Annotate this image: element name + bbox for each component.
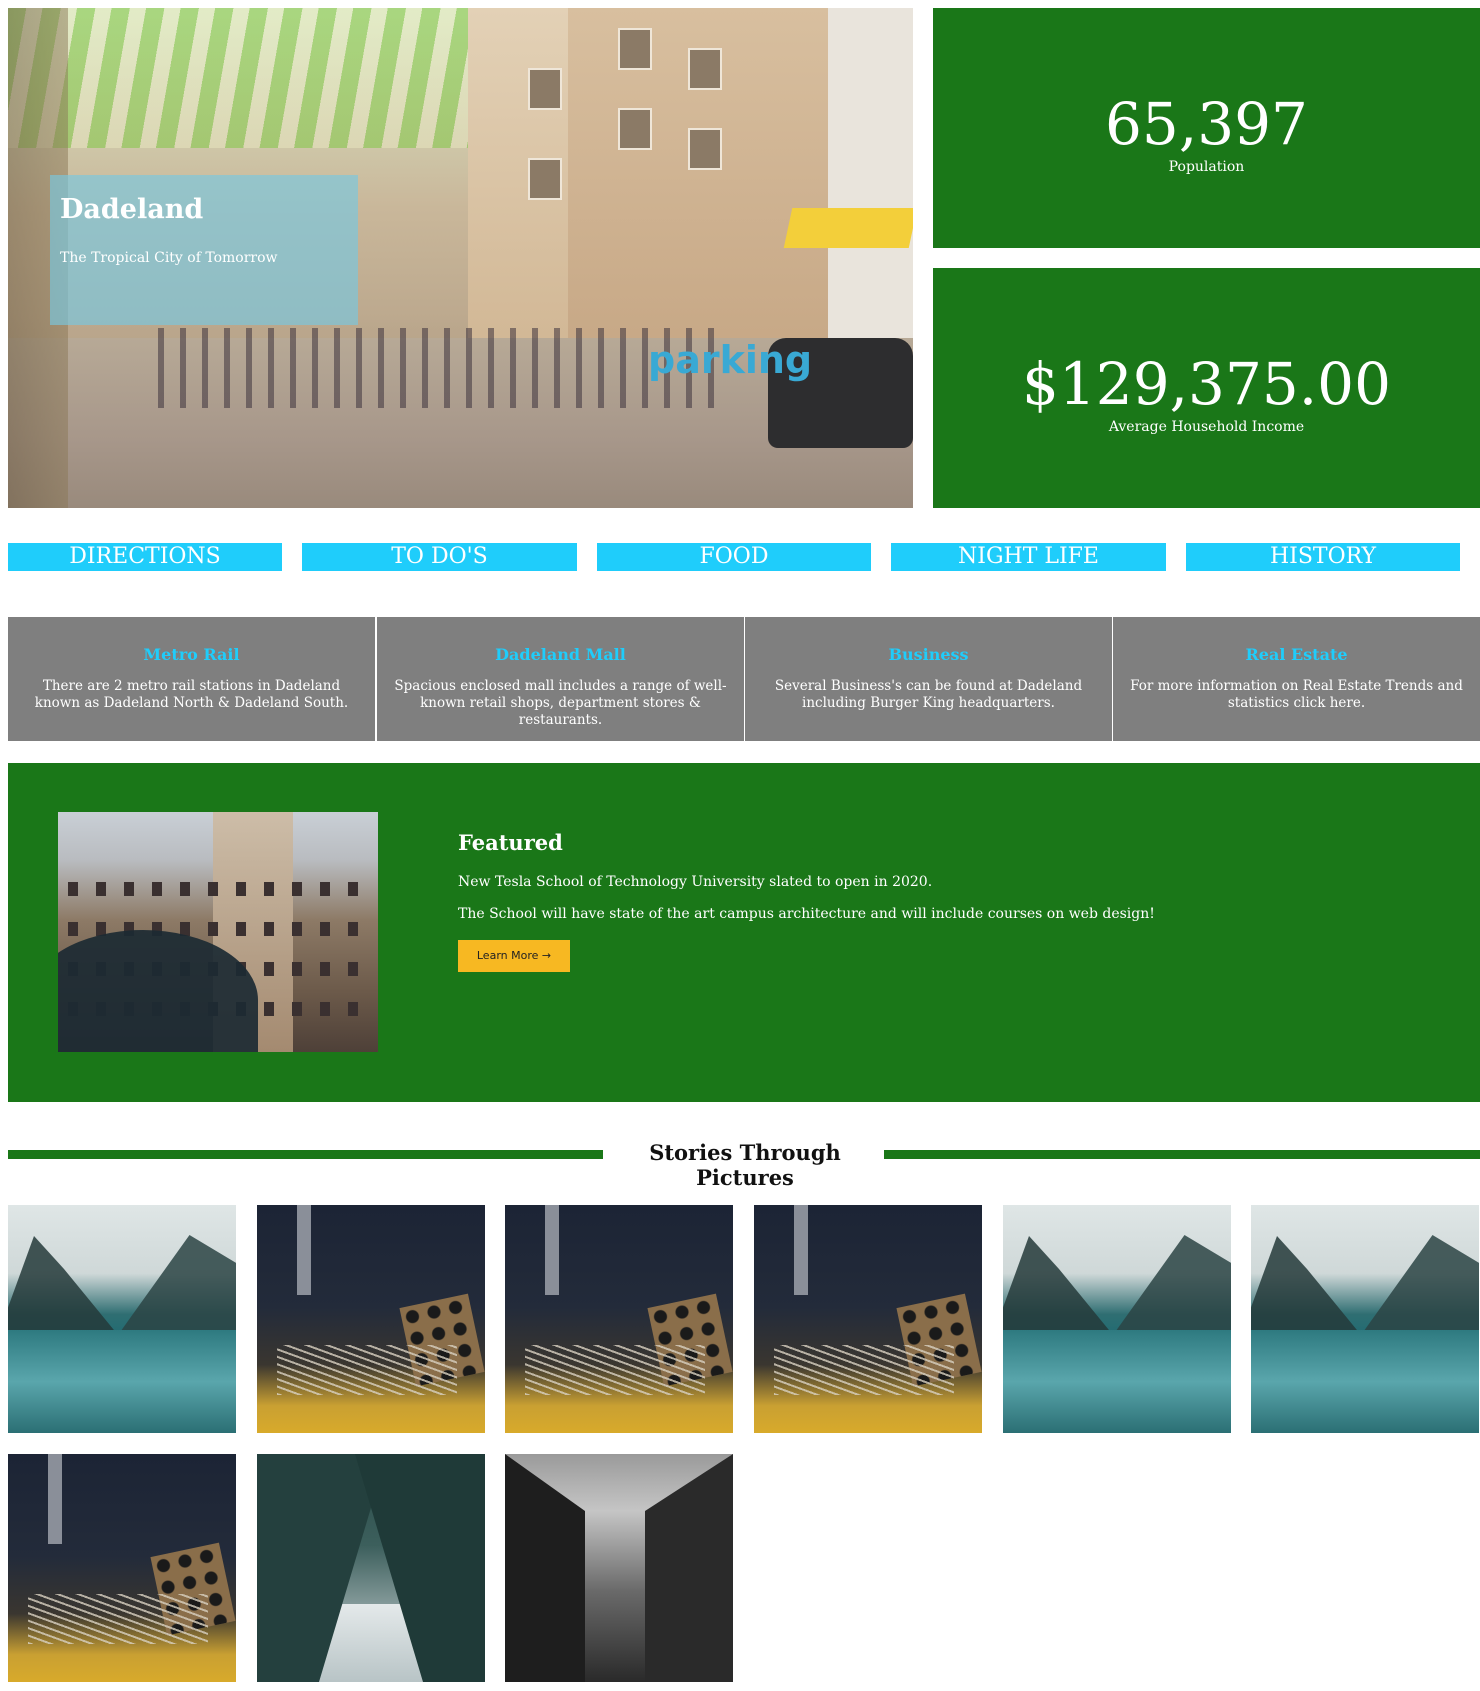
gallery-photo-lake[interactable] xyxy=(1003,1205,1231,1433)
nav-history[interactable]: HISTORY xyxy=(1186,543,1460,571)
info-card-dadeland-mall: Dadeland Mall Spacious enclosed mall inc… xyxy=(377,617,744,741)
photo-water xyxy=(1251,1330,1479,1433)
featured-title: Featured xyxy=(458,830,563,855)
info-card-text: There are 2 metro rail stations in Dadel… xyxy=(34,678,349,711)
info-card-title[interactable]: Metro Rail xyxy=(8,645,375,664)
photo-wall xyxy=(645,1454,733,1682)
photo-mountain xyxy=(118,1235,236,1335)
info-card-real-estate: Real Estate For more information on Real… xyxy=(1113,617,1480,741)
featured-text: New Tesla School of Technology Universit… xyxy=(458,874,933,890)
nav-todos[interactable]: TO DO'S xyxy=(302,543,577,571)
photo-water xyxy=(8,1330,236,1433)
photo-pipe xyxy=(48,1454,62,1544)
photo-mountain xyxy=(1251,1236,1361,1335)
hero-title: Dadeland xyxy=(60,194,204,225)
photo-mountain xyxy=(8,1236,118,1335)
hero-awning xyxy=(783,208,913,248)
hero-window xyxy=(528,158,562,200)
info-card-title[interactable]: Business xyxy=(745,645,1112,664)
photo-wall xyxy=(505,1454,585,1682)
hero-subtitle: The Tropical City of Tomorrow xyxy=(60,250,278,266)
section-divider xyxy=(884,1150,1480,1159)
hero-building xyxy=(828,8,913,348)
photo-water xyxy=(1003,1330,1231,1433)
hero-canopy xyxy=(8,8,488,148)
photo-pipe xyxy=(794,1205,808,1295)
info-card-metro-rail: Metro Rail There are 2 metro rail statio… xyxy=(8,617,375,741)
info-card-text: Several Business's can be found at Dadel… xyxy=(774,678,1083,711)
nav-food[interactable]: FOOD xyxy=(597,543,871,571)
hero-window xyxy=(618,28,652,70)
photo-wires xyxy=(774,1345,954,1395)
hero-window xyxy=(528,68,562,110)
stat-value: $129,375.00 xyxy=(1022,350,1391,418)
hero-window xyxy=(688,128,722,170)
gallery-photo-machinery[interactable] xyxy=(257,1205,485,1433)
gallery-photo-lake[interactable] xyxy=(8,1205,236,1433)
gallery-photo-machinery[interactable] xyxy=(8,1454,236,1682)
gallery-photo-bridge[interactable] xyxy=(257,1454,485,1682)
hero-window xyxy=(688,48,722,90)
nav-directions[interactable]: DIRECTIONS xyxy=(8,543,282,571)
gallery-photo-lake[interactable] xyxy=(1251,1205,1479,1433)
photo-mountain xyxy=(1003,1236,1113,1335)
gallery-photo-machinery[interactable] xyxy=(505,1205,733,1433)
info-card-text: Spacious enclosed mall includes a range … xyxy=(394,678,727,728)
stat-label: Population xyxy=(1168,159,1245,175)
learn-more-button[interactable]: Learn More → xyxy=(458,940,570,972)
featured-image-windows xyxy=(68,882,368,896)
stat-value: 65,397 xyxy=(1105,90,1308,158)
nav-night-life[interactable]: NIGHT LIFE xyxy=(891,543,1166,571)
photo-mountain xyxy=(1113,1235,1231,1335)
photo-wires xyxy=(277,1345,457,1395)
info-card-title[interactable]: Real Estate xyxy=(1113,645,1480,664)
gallery-photo-machinery[interactable] xyxy=(754,1205,982,1433)
section-divider xyxy=(8,1150,603,1159)
hero-window xyxy=(618,108,652,150)
photo-wires xyxy=(525,1345,705,1395)
info-card-business: Business Several Business's can be found… xyxy=(745,617,1112,741)
hero-parking-sign: parking xyxy=(648,338,813,382)
stat-population: 65,397 Population xyxy=(933,8,1480,248)
stories-title: Stories Through Pictures xyxy=(649,1140,841,1190)
photo-pipe xyxy=(297,1205,311,1295)
photo-pipe xyxy=(545,1205,559,1295)
featured-image xyxy=(58,812,378,1052)
info-card-text: For more information on Real Estate Tren… xyxy=(1130,678,1463,711)
stat-income: $129,375.00 Average Household Income xyxy=(933,268,1480,508)
stat-label: Average Household Income xyxy=(1108,419,1305,435)
photo-mountain xyxy=(1361,1235,1479,1335)
photo-wires xyxy=(28,1594,208,1644)
gallery-photo-alley[interactable] xyxy=(505,1454,733,1682)
hero-crowd xyxy=(158,328,718,408)
info-card-title[interactable]: Dadeland Mall xyxy=(377,645,744,664)
featured-text: The School will have state of the art ca… xyxy=(458,906,1155,922)
